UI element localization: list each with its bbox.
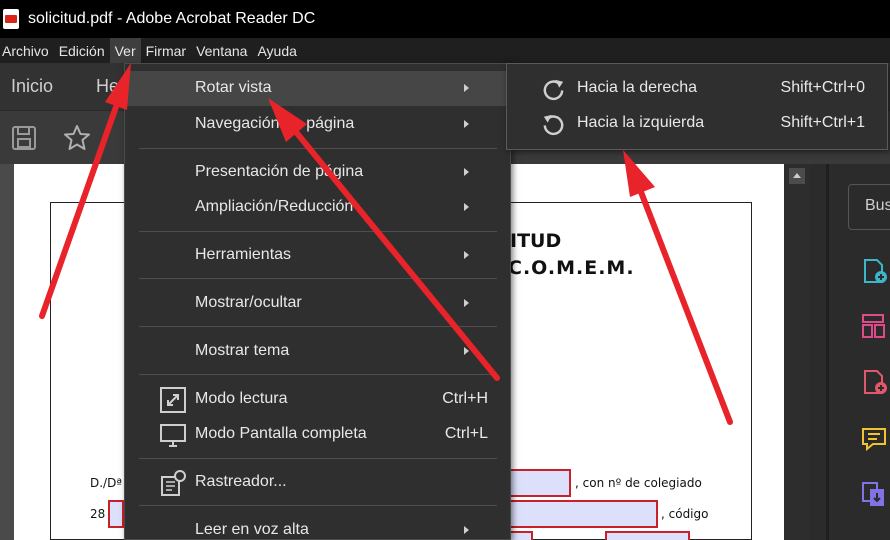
chevron-right-icon: [464, 84, 469, 92]
menu-item-label: Presentación de página: [195, 163, 364, 180]
doc-line2-prefix: 28: [90, 507, 106, 521]
menu-bar: Archivo Edición Ver Firmar Ventana Ayuda: [0, 38, 890, 63]
chevron-right-icon: [464, 347, 469, 355]
tools-search-input[interactable]: Bus: [848, 184, 890, 230]
shortcut-label: Ctrl+L: [444, 425, 488, 442]
submenu-item-label: Hacia la derecha: [577, 79, 698, 96]
chevron-right-icon: [464, 526, 469, 534]
menu-separator: [139, 505, 497, 506]
rotate-counterclockwise-icon: [543, 114, 564, 136]
menu-item-label: Leer en voz alta: [195, 521, 309, 538]
doc-line1-suffix: , con nº de colegiado: [575, 476, 702, 490]
organize-pages-icon[interactable]: [860, 312, 888, 340]
comment-icon[interactable]: [860, 425, 888, 453]
menu-item-herramientas[interactable]: Herramientas: [125, 238, 510, 273]
form-field-address[interactable]: [508, 500, 658, 528]
rotar-vista-submenu: Hacia la derecha Shift+Ctrl+0 Hacia la i…: [506, 63, 888, 150]
submenu-item-label: Hacia la izquierda: [577, 114, 705, 131]
menu-item-label: Mostrar/ocultar: [195, 294, 302, 311]
document-title-line1: ITUD: [510, 230, 562, 252]
tab-herramientas[interactable]: He: [96, 76, 119, 97]
menu-item-mostrar-tema[interactable]: Mostrar tema: [125, 334, 510, 369]
menu-item-rastreador[interactable]: Rastreador...: [125, 465, 510, 500]
scroll-up-button[interactable]: [789, 168, 805, 184]
rotate-clockwise-icon: [543, 79, 564, 101]
save-icon[interactable]: [9, 123, 39, 153]
menu-item-label: Navegación de página: [195, 115, 355, 132]
menu-item-rotar-vista[interactable]: Rotar vista: [125, 71, 510, 106]
shortcut-label: Ctrl+H: [442, 390, 488, 407]
combine-files-icon[interactable]: [860, 480, 888, 508]
tracker-icon: [161, 470, 186, 496]
doc-line2-suffix: , código: [661, 507, 709, 521]
menu-item-modo-lectura[interactable]: Modo lectura Ctrl+H: [125, 382, 510, 417]
chevron-right-icon: [464, 251, 469, 259]
create-pdf-icon[interactable]: [860, 257, 888, 285]
chevron-right-icon: [464, 203, 469, 211]
star-icon[interactable]: [62, 123, 92, 153]
menu-item-label: Modo Pantalla completa: [195, 425, 367, 442]
menu-ayuda[interactable]: Ayuda: [252, 38, 301, 63]
menu-separator: [139, 458, 497, 459]
document-title-line2: C.O.M.E.M.: [508, 257, 635, 279]
menu-item-navegacion-pagina[interactable]: Navegación de página: [125, 107, 510, 142]
menu-item-label: Mostrar tema: [195, 342, 290, 359]
menu-item-leer-voz-alta[interactable]: Leer en voz alta: [125, 513, 510, 540]
submenu-item-rotate-left[interactable]: Hacia la izquierda Shift+Ctrl+1: [507, 106, 887, 141]
menu-archivo[interactable]: Archivo: [0, 38, 54, 63]
menu-item-label: Ampliación/Reducción: [195, 198, 354, 215]
menu-ver[interactable]: Ver: [109, 38, 141, 63]
doc-line1-prefix: D./Dª: [90, 476, 122, 490]
tab-inicio[interactable]: Inicio: [11, 76, 53, 97]
form-field-left[interactable]: [108, 500, 124, 528]
panel-divider: [826, 164, 829, 540]
menu-item-label: Rotar vista: [195, 79, 272, 96]
menu-item-label: Modo lectura: [195, 390, 288, 407]
title-bar: solicitud.pdf - Adobe Acrobat Reader DC: [0, 0, 890, 38]
pdf-file-icon: [3, 9, 19, 29]
monitor-icon: [160, 424, 186, 447]
menu-item-pantalla-completa[interactable]: Modo Pantalla completa Ctrl+L: [125, 417, 510, 452]
vertical-scrollbar[interactable]: [784, 164, 810, 540]
submenu-item-rotate-right[interactable]: Hacia la derecha Shift+Ctrl+0: [507, 71, 887, 106]
menu-separator: [139, 326, 497, 327]
menu-separator: [139, 278, 497, 279]
form-field-row3b[interactable]: [605, 531, 690, 540]
export-pdf-icon[interactable]: [860, 368, 888, 396]
ver-dropdown-menu: Rotar vista Navegación de página Present…: [124, 63, 511, 540]
form-field-name[interactable]: [508, 469, 571, 497]
menu-edicion[interactable]: Edición: [54, 38, 110, 63]
form-field-row3a[interactable]: [508, 531, 533, 540]
acrobat-window: solicitud.pdf - Adobe Acrobat Reader DC …: [0, 0, 890, 540]
menu-item-label: Rastreador...: [195, 473, 287, 490]
menu-separator: [139, 374, 497, 375]
menu-separator: [139, 231, 497, 232]
menu-item-mostrar-ocultar[interactable]: Mostrar/ocultar: [125, 286, 510, 321]
shortcut-label: Shift+Ctrl+0: [780, 79, 865, 96]
menu-firmar[interactable]: Firmar: [141, 38, 191, 63]
menu-separator: [139, 148, 497, 149]
chevron-right-icon: [464, 120, 469, 128]
shortcut-label: Shift+Ctrl+1: [780, 114, 865, 131]
reading-mode-icon: [160, 387, 186, 413]
menu-item-label: Herramientas: [195, 246, 292, 263]
chevron-right-icon: [464, 168, 469, 176]
chevron-right-icon: [464, 299, 469, 307]
window-title: solicitud.pdf - Adobe Acrobat Reader DC: [28, 10, 316, 27]
menu-item-presentacion-pagina[interactable]: Presentación de página: [125, 155, 510, 190]
menu-ventana[interactable]: Ventana: [191, 38, 252, 63]
menu-item-ampliacion[interactable]: Ampliación/Reducción: [125, 190, 510, 225]
